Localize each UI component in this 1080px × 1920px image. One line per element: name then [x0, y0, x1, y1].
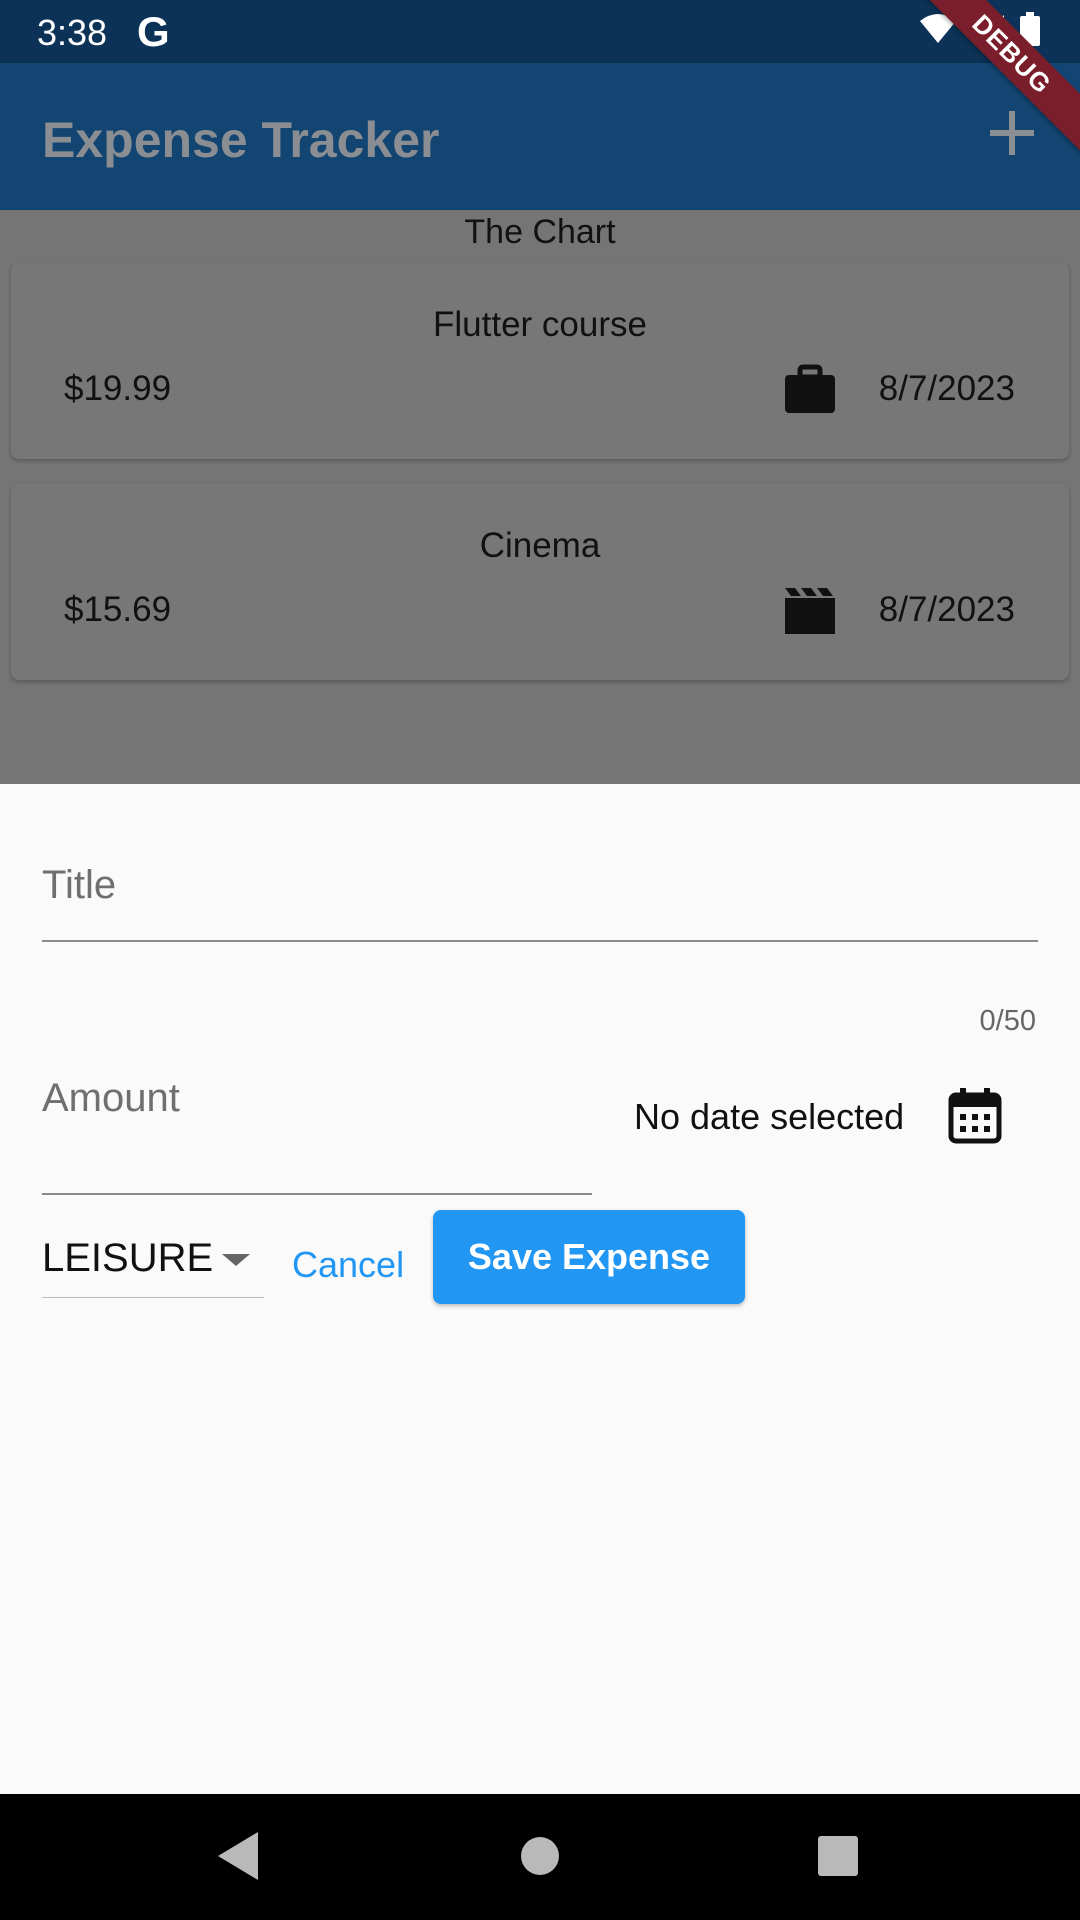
title-underline — [42, 940, 1038, 942]
back-icon — [218, 1832, 258, 1880]
recents-button[interactable] — [806, 1824, 870, 1888]
selected-date-text: No date selected — [634, 1096, 905, 1137]
google-icon: G — [137, 8, 170, 55]
new-expense-sheet: Title 0/50 Amount No date selected LEISU… — [0, 784, 1080, 1794]
amount-underline — [42, 1193, 592, 1195]
category-value: LEISURE — [42, 1236, 214, 1280]
expense-card[interactable]: Cinema $15.69 8/7/2023 — [11, 484, 1069, 680]
expense-date: 8/7/2023 — [878, 590, 1015, 629]
dropdown-arrow-icon — [222, 1254, 250, 1266]
expense-amount: $15.69 — [64, 590, 172, 629]
amount-input[interactable]: Amount — [42, 1056, 592, 1178]
movie-clapper-icon — [785, 588, 835, 634]
expense-date: 8/7/2023 — [878, 369, 1015, 408]
title-input[interactable]: Title — [42, 844, 1038, 964]
app-title: Expense Tracker — [42, 112, 440, 168]
category-dropdown[interactable]: LEISURE — [42, 1224, 264, 1300]
debug-label: DEBUG — [920, 0, 1080, 153]
save-expense-button[interactable]: Save Expense — [433, 1210, 745, 1304]
debug-banner: DEBUG — [920, 0, 1080, 160]
recents-icon — [818, 1836, 858, 1876]
home-button[interactable] — [508, 1824, 572, 1888]
title-counter: 0/50 — [979, 1005, 1036, 1037]
cancel-button[interactable]: Cancel — [284, 1230, 412, 1300]
briefcase-icon — [785, 364, 835, 413]
date-picker-button[interactable] — [948, 1088, 1002, 1144]
app-bar: Expense Tracker — [0, 63, 1080, 210]
chart-placeholder: The Chart — [464, 213, 616, 251]
system-nav-bar — [0, 1794, 1080, 1920]
status-time: 3:38 — [37, 12, 108, 53]
expense-amount: $19.99 — [64, 369, 172, 408]
home-icon — [521, 1837, 559, 1875]
title-label: Title — [42, 863, 117, 907]
back-button[interactable] — [206, 1824, 270, 1888]
expenses-list-area: The Chart Flutter course $19.99 8/7/2023… — [0, 210, 1080, 784]
status-bar: 3:38 G — [0, 0, 1080, 63]
expense-title: Flutter course — [433, 305, 647, 344]
expense-title: Cinema — [479, 526, 601, 565]
calendar-icon — [948, 1088, 1002, 1144]
expense-card[interactable]: Flutter course $19.99 8/7/2023 — [11, 263, 1069, 459]
category-underline — [42, 1297, 264, 1298]
amount-label: Amount — [42, 1076, 180, 1120]
